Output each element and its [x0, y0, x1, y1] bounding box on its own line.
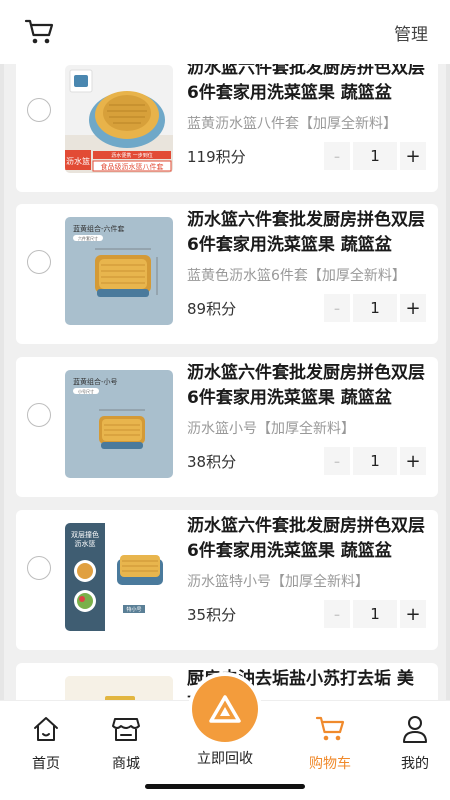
- quantity-value[interactable]: 1: [353, 142, 397, 170]
- cart-item[interactable]: 双层撞色 沥水篮 特小号 沥水篮六件套批发厨房拼色双层6件套家用洗菜篮果 蔬篮盆…: [16, 510, 438, 650]
- product-price: 89积分: [187, 300, 237, 318]
- increase-button[interactable]: +: [400, 600, 426, 628]
- product-title[interactable]: 沥水篮六件套批发厨房拼色双层6件套家用洗菜篮果 蔬篮盆: [187, 64, 427, 106]
- quantity-value[interactable]: 1: [353, 447, 397, 475]
- quantity-stepper: - 1 +: [324, 142, 426, 170]
- product-price: 38积分: [187, 453, 237, 471]
- thumb-label: 沥水篮: [66, 156, 90, 166]
- product-title[interactable]: 沥水篮六件套批发厨房拼色双层6件套家用洗菜篮果 蔬篮盆: [187, 514, 427, 564]
- cart-item[interactable]: 沥水篮 沥水便携 一步到位 食品级沥水篮八件套 沥水篮六件套批发厨房拼色双层6件…: [16, 64, 438, 192]
- bottom-tab-bar: 首页 商城 立即回收 购物车 我的: [0, 676, 450, 800]
- thumb-label: 蓝黄组合-六件套: [73, 224, 125, 233]
- quantity-stepper: - 1 +: [324, 294, 426, 322]
- tab-label: 我的: [401, 756, 429, 772]
- tab-cart[interactable]: 购物车: [290, 714, 370, 773]
- cart-icon: [290, 714, 370, 744]
- thumb-tag: 小号尺寸: [78, 388, 94, 394]
- quantity-value[interactable]: 1: [353, 294, 397, 322]
- recycle-icon: [209, 695, 241, 723]
- header-bar: 管理: [0, 0, 450, 64]
- select-radio[interactable]: [27, 250, 51, 274]
- user-icon: [375, 714, 450, 744]
- product-image[interactable]: 双层撞色 沥水篮 特小号: [65, 523, 173, 631]
- product-spec: 蓝黄色沥水篮6件套【加厚全新料】: [187, 268, 406, 284]
- thumb-label: 蓝黄组合-小号: [73, 377, 118, 386]
- scroll-track-left: [0, 64, 4, 700]
- quantity-stepper: - 1 +: [324, 600, 426, 628]
- quantity-value[interactable]: 1: [353, 600, 397, 628]
- thumb-label-2: 沥水篮: [75, 539, 96, 548]
- increase-button[interactable]: +: [400, 294, 426, 322]
- thumb-label: 双层撞色: [71, 530, 99, 539]
- quantity-stepper: - 1 +: [324, 447, 426, 475]
- product-spec: 蓝黄沥水篮八件套【加厚全新料】: [187, 116, 397, 132]
- manage-button[interactable]: 管理: [394, 20, 428, 45]
- tab-profile[interactable]: 我的: [375, 714, 450, 773]
- product-price: 119积分: [187, 148, 246, 166]
- decrease-button[interactable]: -: [324, 447, 350, 475]
- tab-store[interactable]: 商城: [86, 714, 166, 773]
- cart-list[interactable]: 沥水篮 沥水便携 一步到位 食品级沥水篮八件套 沥水篮六件套批发厨房拼色双层6件…: [0, 64, 450, 700]
- thumb-slogan: 沥水便携 一步到位: [111, 152, 153, 159]
- product-title[interactable]: 沥水篮六件套批发厨房拼色双层6件套家用洗菜篮果 蔬篮盆: [187, 361, 427, 411]
- product-spec: 沥水篮特小号【加厚全新料】: [187, 574, 369, 590]
- scroll-track-right: [446, 64, 450, 700]
- product-spec: 沥水篮小号【加厚全新料】: [187, 421, 355, 437]
- product-image[interactable]: 蓝黄组合-六件套 六件套尺寸: [65, 217, 173, 325]
- home-indicator: [145, 784, 305, 789]
- decrease-button[interactable]: -: [324, 142, 350, 170]
- store-icon: [86, 714, 166, 744]
- increase-button[interactable]: +: [400, 447, 426, 475]
- select-radio[interactable]: [27, 98, 51, 122]
- tab-recycle-label[interactable]: 立即回收: [180, 748, 270, 768]
- select-radio[interactable]: [27, 403, 51, 427]
- product-title[interactable]: 沥水篮六件套批发厨房拼色双层6件套家用洗菜篮果 蔬篮盆: [187, 208, 427, 258]
- recycle-button[interactable]: [192, 676, 258, 742]
- increase-button[interactable]: +: [400, 142, 426, 170]
- product-image[interactable]: 沥水篮 沥水便携 一步到位 食品级沥水篮八件套: [65, 65, 173, 173]
- thumb-tag: 特小号: [126, 606, 141, 613]
- decrease-button[interactable]: -: [324, 600, 350, 628]
- cart-icon[interactable]: [24, 18, 54, 46]
- tab-label: 首页: [32, 756, 60, 772]
- cart-item[interactable]: 蓝黄组合-小号 小号尺寸 沥水篮六件套批发厨房拼色双层6件套家用洗菜篮果 蔬篮盆…: [16, 357, 438, 497]
- decrease-button[interactable]: -: [324, 294, 350, 322]
- thumb-tag: 六件套尺寸: [78, 235, 98, 241]
- select-radio[interactable]: [27, 556, 51, 580]
- cart-item[interactable]: 蓝黄组合-六件套 六件套尺寸 沥水篮六件套批发厨房拼色双层6件套家用洗菜篮果 蔬…: [16, 204, 438, 344]
- tab-home[interactable]: 首页: [6, 714, 86, 773]
- thumb-caption: 食品级沥水篮八件套: [101, 162, 164, 171]
- home-icon: [6, 714, 86, 744]
- product-price: 35积分: [187, 606, 237, 624]
- tab-label: 商城: [112, 756, 140, 772]
- tab-label: 购物车: [309, 756, 351, 772]
- product-image[interactable]: 蓝黄组合-小号 小号尺寸: [65, 370, 173, 478]
- product-image[interactable]: [65, 676, 173, 700]
